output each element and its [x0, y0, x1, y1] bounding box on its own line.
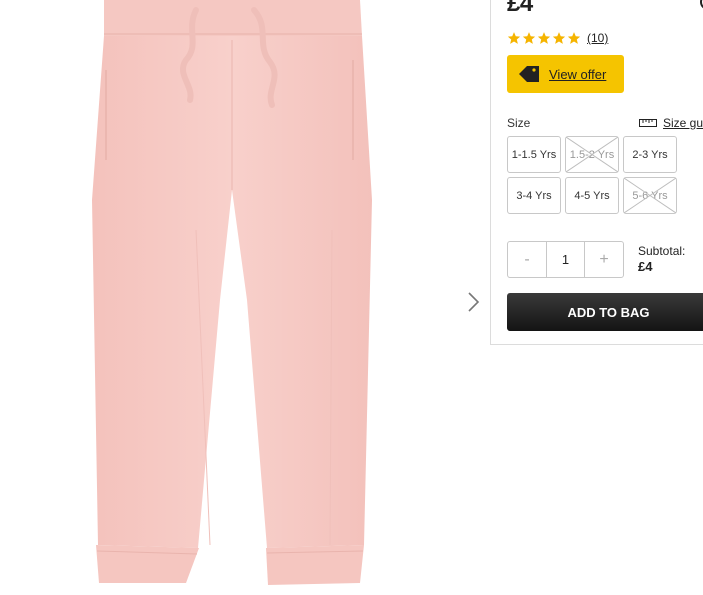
price: £4	[507, 0, 533, 17]
chevron-right-icon[interactable]	[462, 288, 484, 316]
size-option-label: 2-3 Yrs	[632, 148, 668, 161]
star-icon	[567, 32, 581, 44]
star-icon	[507, 32, 521, 44]
size-option-label: 4-5 Yrs	[574, 189, 610, 202]
size-option[interactable]: 4-5 Yrs	[565, 177, 619, 214]
quantity-decrease-button[interactable]: -	[508, 242, 546, 277]
star-rating	[507, 31, 581, 45]
search-icon[interactable]	[696, 0, 703, 14]
view-offer-label: View offer	[549, 66, 607, 82]
size-guide-link[interactable]: Size guide	[639, 116, 703, 130]
subtotal-label: Subtotal:	[638, 244, 686, 258]
ruler-icon	[639, 119, 657, 127]
view-offer-button[interactable]: View offer	[507, 55, 624, 93]
product-page: £4 (10) View offer Size Size gu 1-1.5 Yr…	[0, 0, 703, 595]
add-to-bag-button[interactable]: ADD TO BAG	[507, 293, 703, 331]
unavailable-cross-icon	[624, 178, 676, 213]
size-option[interactable]: 1-1.5 Yrs	[507, 136, 561, 173]
quantity-input[interactable]: 1	[546, 242, 585, 277]
star-icon	[522, 32, 536, 44]
subtotal-value: £4	[638, 259, 653, 274]
product-image[interactable]	[0, 0, 490, 595]
size-option-unavailable[interactable]: 1.5-2 Yrs	[565, 136, 619, 173]
quantity-stepper: - 1 +	[507, 241, 624, 278]
product-info-panel: £4 (10) View offer Size Size gu 1-1.5 Yr…	[490, 0, 703, 345]
size-option[interactable]: 2-3 Yrs	[623, 136, 677, 173]
size-label: Size	[507, 116, 531, 130]
review-count-link[interactable]: (10)	[587, 31, 608, 45]
size-option-unavailable[interactable]: 5-6 Yrs	[623, 177, 677, 214]
star-icon	[537, 32, 551, 44]
size-options: 1-1.5 Yrs 1.5-2 Yrs 2-3 Yrs 3-4 Yrs 4-5 …	[507, 136, 682, 214]
unavailable-cross-icon	[566, 137, 618, 172]
price-tag-icon	[519, 66, 539, 82]
size-option-label: 1-1.5 Yrs	[511, 148, 557, 161]
star-icon	[552, 32, 566, 44]
subtotal: Subtotal: £4	[638, 243, 685, 275]
size-option[interactable]: 3-4 Yrs	[507, 177, 561, 214]
size-guide-label: Size guide	[663, 116, 703, 130]
rating: (10)	[507, 31, 608, 45]
size-option-label: 3-4 Yrs	[516, 189, 552, 202]
quantity-increase-button[interactable]: +	[585, 242, 623, 277]
